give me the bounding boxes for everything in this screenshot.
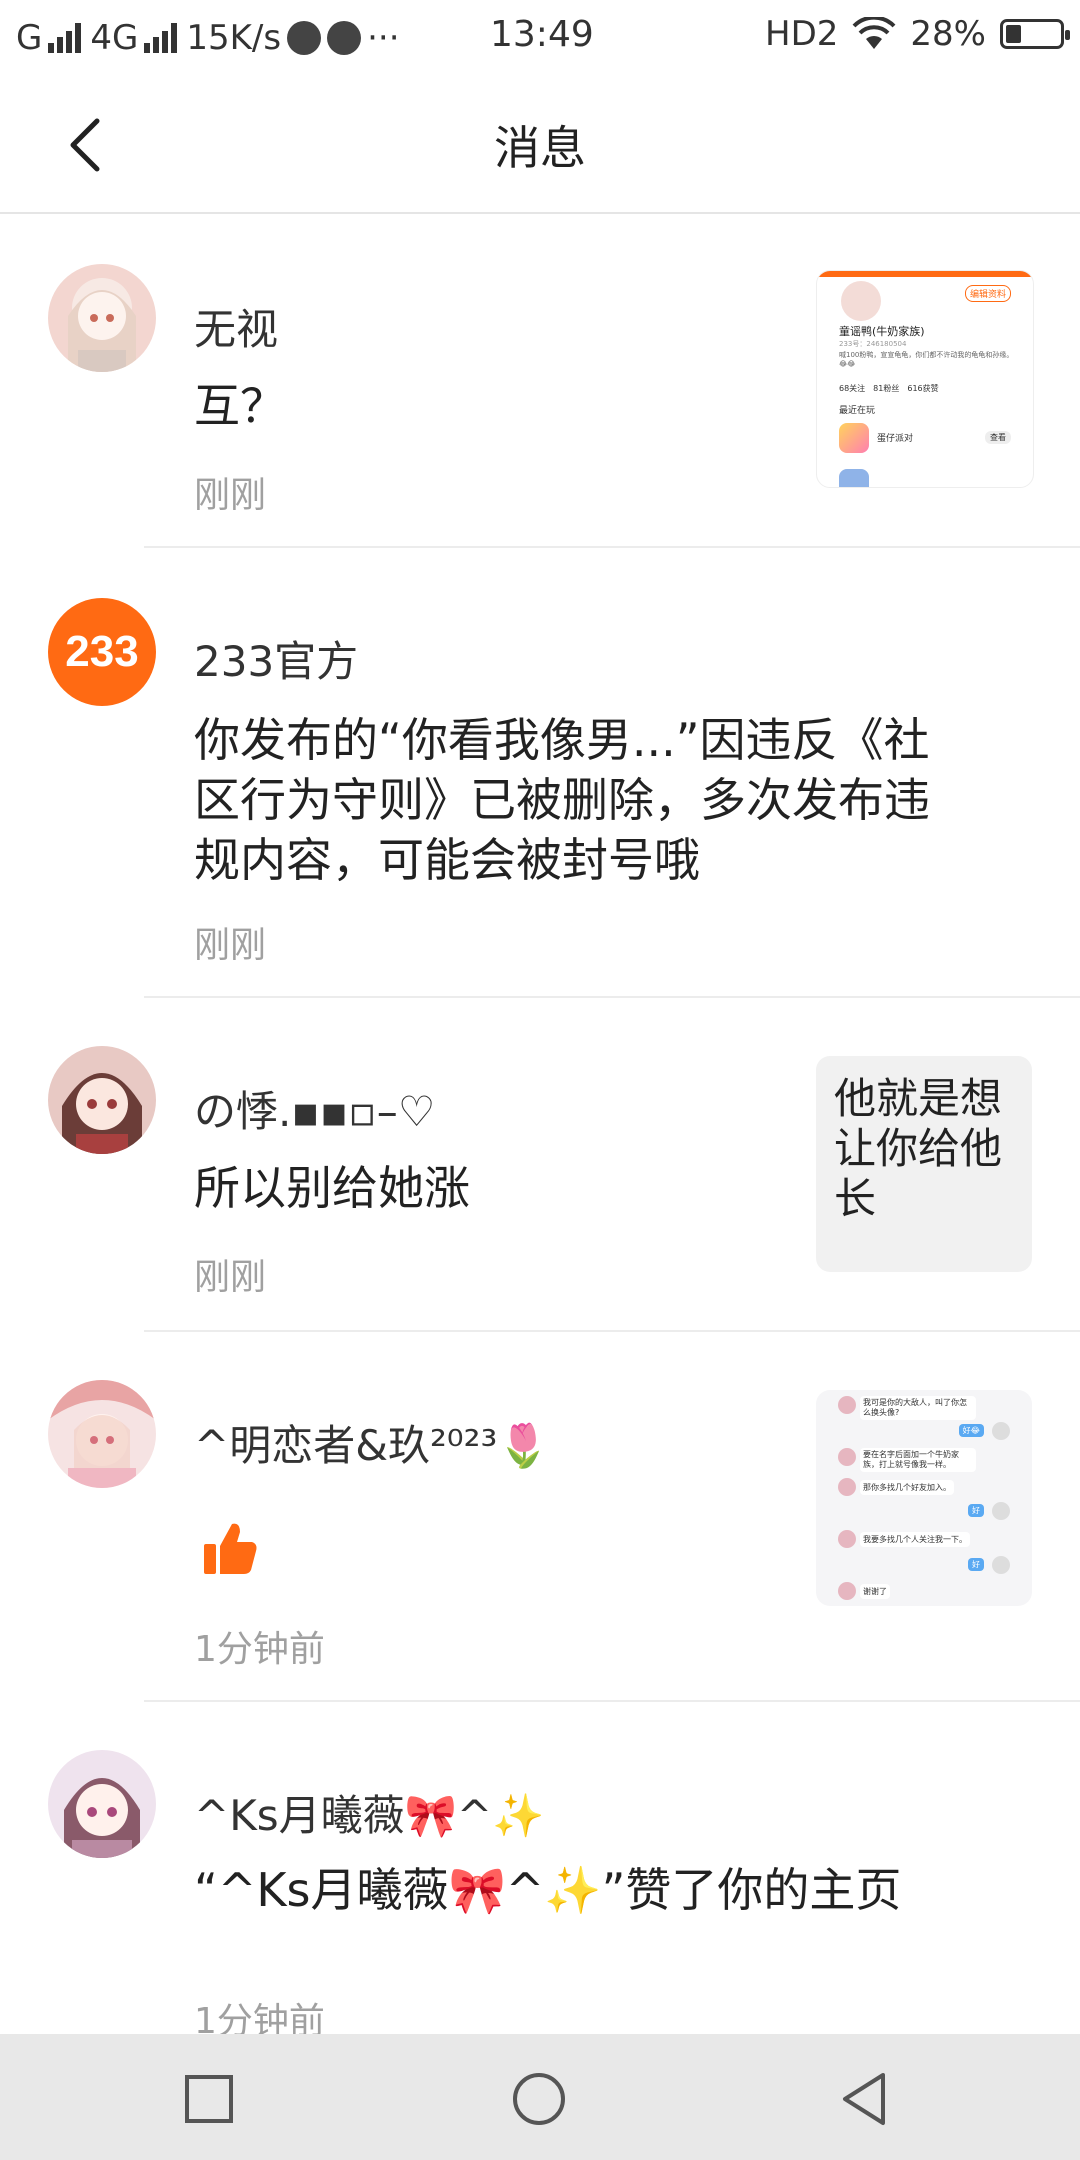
home-button[interactable] (504, 2064, 574, 2134)
quoted-content[interactable]: 他就是想让你给他长 (816, 1056, 1032, 1272)
thumb-chat-avatar-self (992, 1502, 1010, 1520)
signal-icon-2 (144, 23, 180, 53)
thumb-top-bar (817, 271, 1033, 277)
hd-indicator: HD2 (765, 14, 839, 54)
more-notifications: ··· (367, 18, 400, 58)
sender-name: 无视 (194, 305, 279, 354)
page-title: 消息 (494, 121, 586, 175)
clock: 13:49 (490, 14, 594, 55)
back-nav-button[interactable] (830, 2064, 900, 2134)
message-item[interactable]: 无视 互？ 刚刚 编辑资料 童谣鸭(牛奶家族) 233号：246180504 喊… (0, 214, 1080, 548)
message-time: 刚刚 (194, 475, 267, 516)
sender-name: 233官方 (194, 637, 359, 686)
voice-app-icon (327, 21, 362, 55)
message-text: 你发布的“你看我像男...”因违反《社区行为守则》已被删除，多次发布违规内容，可… (194, 713, 930, 887)
thumb-avatar (841, 281, 881, 321)
sender-name: ^Ks月曦薇🎀^✨ (194, 1791, 545, 1840)
thumb-chat-avatar-self (992, 1556, 1010, 1574)
thumbs-up-icon (204, 1523, 257, 1574)
avatar[interactable] (48, 1046, 156, 1154)
sender-name: ^明恋者&玖²⁰²³🌷 (194, 1421, 550, 1470)
thumb-chat-line: 那你多找几个好友加入。 (860, 1480, 954, 1495)
thumb-chat-reply: 好😂 (958, 1424, 984, 1437)
thumb-chat-avatar-self (992, 1422, 1010, 1440)
signal-icon (48, 23, 84, 53)
game-icon-2 (839, 469, 869, 487)
triangle-back-icon (843, 2073, 885, 2125)
message-item[interactable]: 233 233官方 你发布的“你看我像男...”因违反《社区行为守则》已被删除，… (0, 548, 1080, 998)
app-header: 消息 (0, 76, 1080, 214)
thumb-view-button: 查看 (985, 431, 1011, 444)
planet-app-icon (287, 21, 322, 55)
message-list[interactable]: 无视 互？ 刚刚 编辑资料 童谣鸭(牛奶家族) 233号：246180504 喊… (0, 214, 1080, 2102)
thumb-section: 最近在玩 (839, 406, 876, 416)
battery-icon (1000, 19, 1070, 49)
network-speed: 15K/s (186, 18, 282, 58)
avatar[interactable] (48, 1380, 156, 1488)
message-time: 1分钟前 (194, 1629, 325, 1670)
thumb-chat-avatar (838, 1582, 856, 1600)
thumb-chat-line: 谢谢了 (860, 1584, 890, 1599)
thumb-game: 蛋仔派对 (877, 434, 914, 444)
status-bar: G 4G 15K/s ··· 13:49 HD2 28% (0, 0, 1080, 76)
thumb-chat-reply: 好 (968, 1504, 984, 1517)
square-icon (185, 2075, 233, 2123)
thumb-stats: 68关注 81粉丝 616获赞 (839, 384, 939, 393)
thumb-chat-line: 我可是你的大敌人，叫了你怎么换头像? (860, 1396, 976, 1420)
message-item[interactable]: ^明恋者&玖²⁰²³🌷 1分钟前 我可是你的大敌人，叫了你怎么换头像? 好😂 要… (0, 1332, 1080, 1702)
thumb-chat-line: 我要多找几个人关注我一下。 (860, 1532, 970, 1547)
system-navigation-bar (0, 2034, 1080, 2160)
avatar[interactable] (48, 1750, 156, 1858)
game-icon (839, 423, 869, 453)
thumb-name: 童谣鸭(牛奶家族) (839, 325, 925, 338)
carrier-2-label: 4G (90, 18, 139, 58)
message-time: 刚刚 (194, 1257, 267, 1298)
avatar-official[interactable]: 233 (48, 598, 156, 706)
battery-level (1006, 25, 1021, 43)
official-logo-text: 233 (65, 627, 139, 676)
circle-icon (513, 2073, 565, 2125)
thumb-id: 233号：246180504 (839, 340, 907, 348)
sender-name: の悸.▪▪▫–♡ (194, 1087, 436, 1136)
avatar[interactable] (48, 264, 156, 372)
message-time: 刚刚 (194, 925, 267, 966)
carrier-1-label: G (16, 18, 43, 58)
message-item[interactable]: の悸.▪▪▫–♡ 所以别给她涨 刚刚 他就是想让你给他长 (0, 998, 1080, 1332)
chat-screenshot-thumbnail[interactable]: 我可是你的大敌人，叫了你怎么换头像? 好😂 要在名字后面加一个牛奶家族，打上就号… (816, 1390, 1032, 1606)
thumb-chat-line: 要在名字后面加一个牛奶家族，打上就号像我一样。 (860, 1448, 976, 1472)
status-right: HD2 28% (751, 14, 1070, 54)
recents-button[interactable] (174, 2064, 244, 2134)
thumb-edit-tag: 编辑资料 (964, 285, 1011, 302)
battery-percent: 28% (910, 14, 986, 54)
thumb-chat-avatar (838, 1478, 856, 1496)
status-left: G 4G 15K/s ··· (16, 14, 406, 62)
thumb-chat-reply: 好 (968, 1558, 984, 1571)
thumb-chat-avatar (838, 1396, 856, 1414)
thumb-chat-avatar (838, 1530, 856, 1548)
wifi-icon (852, 17, 896, 49)
thumb-bio: 喊100粉鸭，宣宣龟龟，你们都不许动我的龟龟和孙缘。😂😂 (839, 351, 1014, 368)
message-text: “^Ks月曦薇🎀^✨”赞了你的主页 (194, 1863, 902, 1917)
profile-screenshot-thumbnail[interactable]: 编辑资料 童谣鸭(牛奶家族) 233号：246180504 喊100粉鸭，宣宣龟… (816, 270, 1034, 488)
thumb-chat-avatar (838, 1448, 856, 1466)
